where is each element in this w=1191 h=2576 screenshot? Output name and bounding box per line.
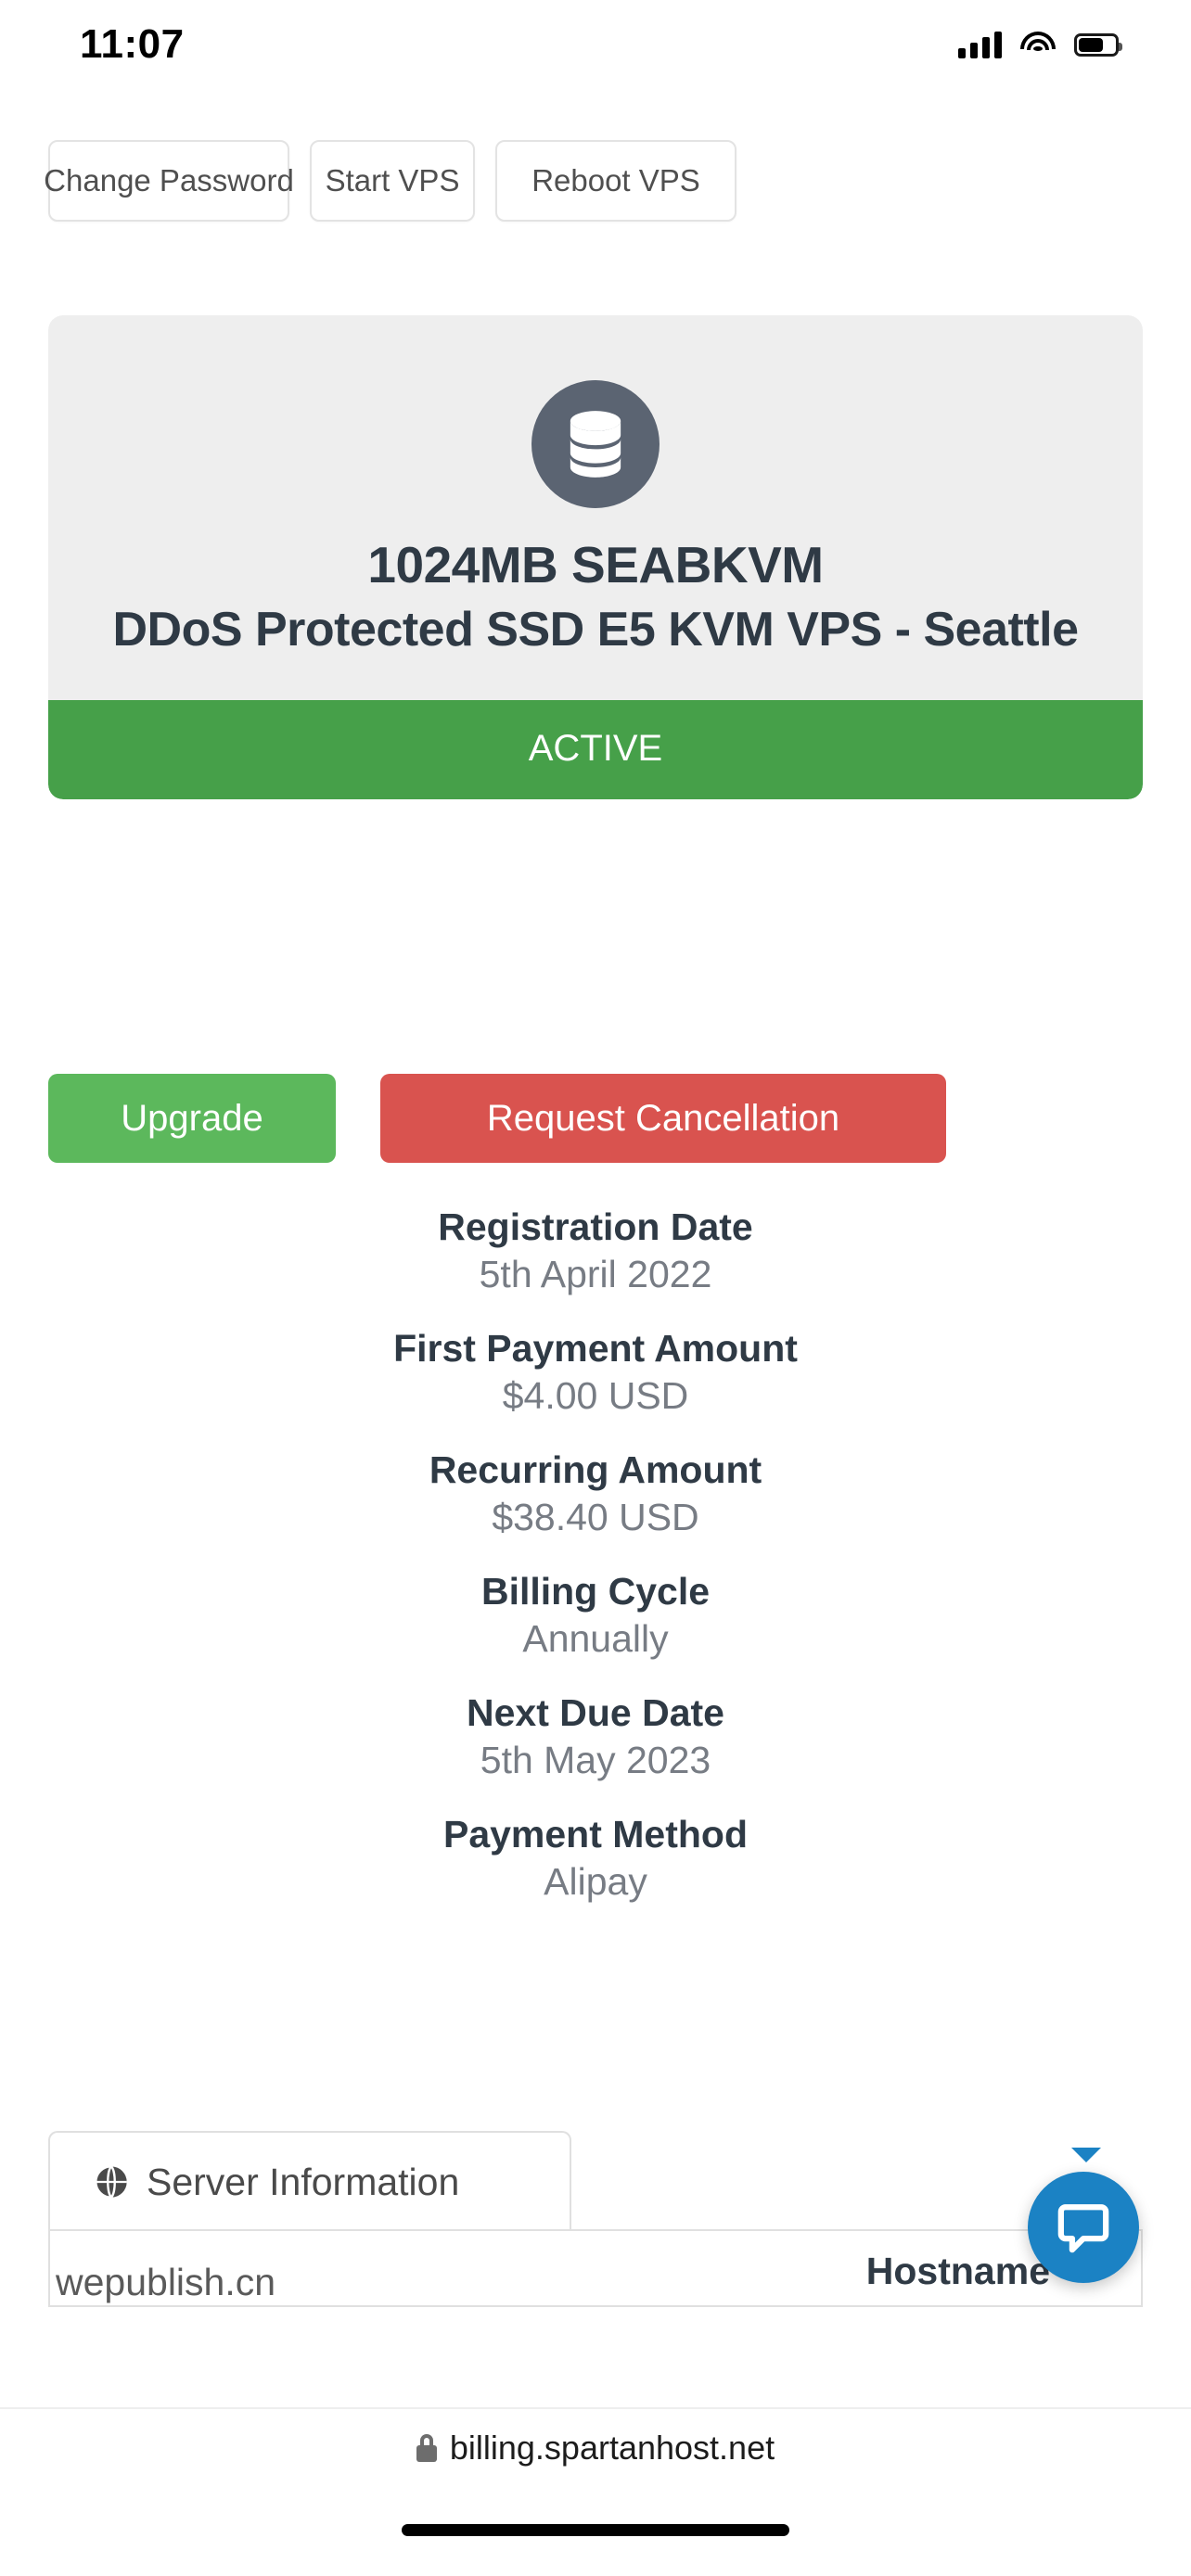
detail-label-next-due-date: Next Due Date	[467, 1690, 724, 1734]
product-card-body: 1024MB SEABKVM DDoS Protected SSD E5 KVM…	[48, 315, 1143, 714]
status-bar: 11:07	[0, 0, 1191, 80]
detail-label-registration-date: Registration Date	[438, 1205, 753, 1248]
status-badge: ACTIVE	[48, 700, 1143, 800]
reboot-vps-button[interactable]: Reboot VPS	[495, 140, 736, 222]
product-details-list: Registration Date 5th April 2022 First P…	[0, 1205, 1191, 1935]
live-chat-button[interactable]	[1028, 2172, 1139, 2283]
product-subtitle: DDoS Protected SSD E5 KVM VPS - Seattle	[112, 603, 1080, 657]
change-password-button[interactable]: Change Password	[44, 140, 294, 222]
lock-icon	[416, 2434, 437, 2462]
request-cancellation-button[interactable]: Request Cancellation	[380, 1074, 946, 1163]
detail-label-first-payment-amount: First Payment Amount	[393, 1326, 798, 1370]
upgrade-button[interactable]: Upgrade	[48, 1074, 336, 1163]
chat-caret-icon	[1071, 2148, 1101, 2162]
home-indicator[interactable]	[402, 2524, 789, 2536]
detail-label-billing-cycle: Billing Cycle	[480, 1569, 711, 1613]
status-time: 11:07	[80, 21, 185, 67]
detail-value-next-due-date: 5th May 2023	[480, 1739, 711, 1782]
start-vps-button[interactable]: Start VPS	[310, 140, 475, 222]
browser-url-bar[interactable]: billing.spartanhost.net	[0, 2407, 1191, 2487]
battery-icon	[1074, 32, 1122, 57]
database-icon	[531, 380, 660, 508]
globe-icon	[95, 2165, 127, 2199]
detail-value-billing-cycle: Annually	[522, 1617, 669, 1661]
url-text: billing.spartanhost.net	[449, 2429, 775, 2467]
vps-action-buttons: Change Password Start VPS Reboot VPS	[0, 140, 1191, 223]
status-icons	[958, 31, 1122, 58]
detail-value-first-payment-amount: $4.00 USD	[502, 1374, 689, 1418]
phone-screen: 11:07 Change Password Start VPS Reboot V…	[0, 0, 1191, 2576]
detail-value-registration-date: 5th April 2022	[479, 1253, 712, 1296]
tab-server-information[interactable]: Server Information	[48, 2131, 571, 2231]
wifi-icon	[1020, 31, 1056, 58]
hostname-label: Hostname	[865, 2250, 1050, 2292]
product-title: 1024MB SEABKVM	[367, 536, 824, 593]
detail-value-payment-method: Alipay	[544, 1859, 647, 1903]
detail-label-recurring-amount: Recurring Amount	[429, 1447, 762, 1491]
chat-bubble-icon	[1057, 2204, 1109, 2253]
tab-server-information-label: Server Information	[147, 2160, 460, 2203]
detail-value-recurring-amount: $38.40 USD	[492, 1496, 699, 1539]
cta-row: Upgrade Request Cancellation	[48, 1074, 1143, 1163]
product-card: 1024MB SEABKVM DDoS Protected SSD E5 KVM…	[48, 315, 1143, 800]
hostname-value: wepublish.cn	[56, 2261, 276, 2303]
cellular-signal-icon	[958, 31, 1002, 58]
detail-label-payment-method: Payment Method	[442, 1812, 749, 1855]
